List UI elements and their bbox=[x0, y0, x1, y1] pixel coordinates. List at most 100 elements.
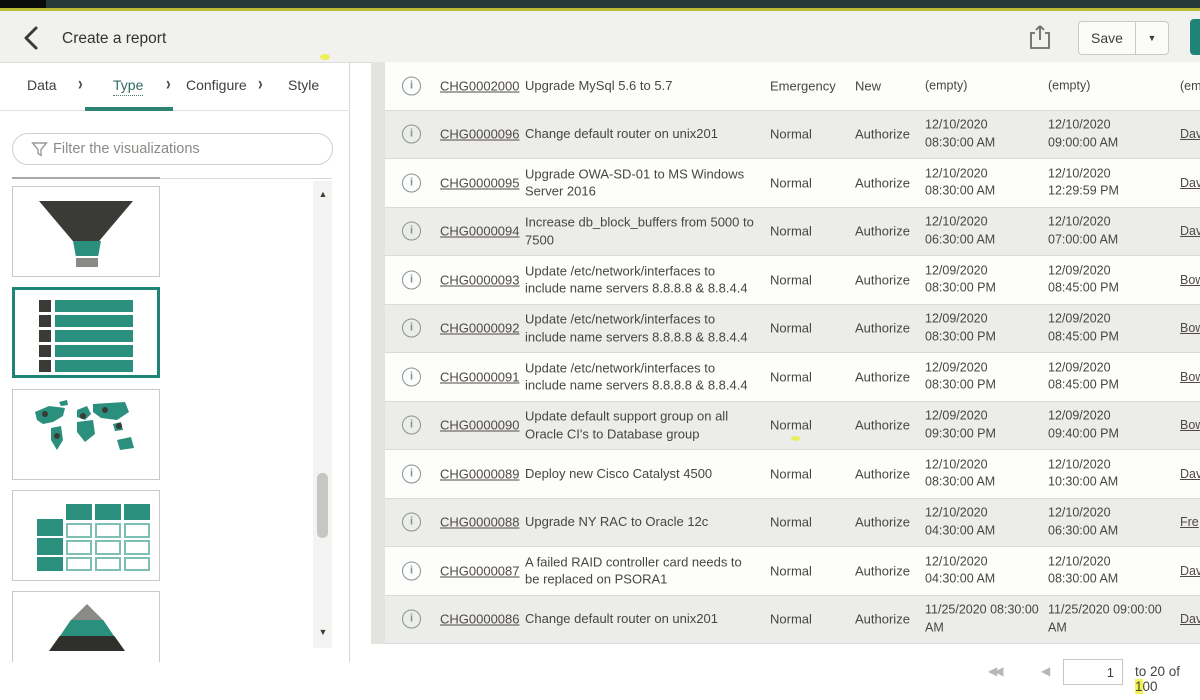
change-number-link[interactable]: CHG0000088 bbox=[440, 515, 522, 530]
viz-thumb-funnel[interactable] bbox=[12, 186, 160, 277]
funnel-chart-icon bbox=[39, 201, 133, 241]
change-number-link[interactable]: CHG0000092 bbox=[440, 321, 522, 336]
assignee-link[interactable]: Fre bbox=[1180, 515, 1200, 529]
table-row: i CHG0000088 Upgrade NY RAC to Oracle 12… bbox=[385, 499, 1200, 548]
save-button[interactable]: Save bbox=[1078, 21, 1136, 55]
info-icon[interactable]: i bbox=[402, 76, 421, 95]
start-date: 12/10/2020 06:30:00 AM bbox=[925, 214, 1039, 249]
table-scrollbar-track[interactable] bbox=[371, 62, 385, 644]
previous-page-icon[interactable]: ◀ bbox=[1041, 664, 1050, 678]
funnel-filter-icon bbox=[31, 141, 48, 163]
state-value: Authorize bbox=[855, 272, 925, 287]
start-date: 12/10/2020 04:30:00 AM bbox=[925, 553, 1039, 588]
info-icon[interactable]: i bbox=[402, 513, 421, 532]
pagination-bar: ◀◀ ◀ to 20 of 100 bbox=[351, 655, 1200, 691]
info-icon[interactable]: i bbox=[402, 125, 421, 144]
change-number-link[interactable]: CHG0000087 bbox=[440, 563, 522, 578]
info-icon[interactable]: i bbox=[402, 367, 421, 386]
top-strip-black-segment bbox=[0, 0, 46, 8]
start-date: (empty) bbox=[925, 77, 1039, 95]
end-date: 12/10/2020 06:30:00 AM bbox=[1048, 505, 1162, 540]
short-description: Update default support group on all Orac… bbox=[525, 408, 758, 443]
viz-scrollbar-track[interactable] bbox=[313, 181, 332, 648]
app-window: Create a report Save ▼ Data › Type › Con… bbox=[0, 0, 1200, 700]
assignee-link[interactable]: (empty) bbox=[1180, 79, 1200, 93]
info-icon[interactable]: i bbox=[402, 416, 421, 435]
highlighted-digit: 1 bbox=[1135, 679, 1143, 694]
share-icon[interactable] bbox=[1028, 23, 1054, 53]
report-designer-panel: Data › Type › Configure › Style Filter t… bbox=[0, 63, 350, 662]
priority-value: Normal bbox=[770, 321, 845, 336]
assignee-link[interactable]: Bow bbox=[1180, 370, 1200, 384]
cursor-highlight-artifact bbox=[320, 54, 330, 60]
scroll-up-icon[interactable]: ▲ bbox=[316, 187, 330, 201]
assignee-link[interactable]: Bow bbox=[1180, 321, 1200, 335]
table-row: i CHG0002000 Upgrade MySql 5.6 to 5.7 Em… bbox=[385, 62, 1200, 111]
priority-value: Normal bbox=[770, 224, 845, 239]
table-row: i CHG0000093 Update /etc/network/interfa… bbox=[385, 256, 1200, 305]
assignee-link[interactable]: Dav bbox=[1180, 127, 1200, 141]
run-button-clipped[interactable] bbox=[1190, 19, 1200, 55]
first-page-icon[interactable]: ◀◀ bbox=[988, 664, 1000, 678]
table-row: i CHG0000089 Deploy new Cisco Catalyst 4… bbox=[385, 450, 1200, 499]
change-number-link[interactable]: CHG0000089 bbox=[440, 466, 522, 481]
end-date: 12/09/2020 09:40:00 PM bbox=[1048, 408, 1162, 443]
change-number-link[interactable]: CHG0000096 bbox=[440, 127, 522, 142]
change-number-link[interactable]: CHG0000091 bbox=[440, 369, 522, 384]
assignee-link[interactable]: Bow bbox=[1180, 273, 1200, 287]
change-number-link[interactable]: CHG0000086 bbox=[440, 612, 522, 627]
priority-value: Normal bbox=[770, 175, 845, 190]
visualization-filter-input[interactable]: Filter the visualizations bbox=[12, 133, 333, 165]
viz-scrollbar-thumb[interactable] bbox=[317, 473, 328, 538]
change-number-link[interactable]: CHG0000093 bbox=[440, 272, 522, 287]
viz-thumb-map[interactable] bbox=[12, 389, 160, 480]
step-configure[interactable]: Configure bbox=[186, 77, 247, 93]
info-icon[interactable]: i bbox=[402, 464, 421, 483]
info-icon[interactable]: i bbox=[402, 270, 421, 289]
end-date: 12/10/2020 10:30:00 AM bbox=[1048, 456, 1162, 491]
start-date: 12/09/2020 08:30:00 PM bbox=[925, 311, 1039, 346]
end-date: 12/10/2020 08:30:00 AM bbox=[1048, 553, 1162, 588]
info-icon[interactable]: i bbox=[402, 319, 421, 338]
info-icon[interactable]: i bbox=[402, 222, 421, 241]
assignee-link[interactable]: Dav bbox=[1180, 564, 1200, 578]
end-date: 12/10/2020 12:29:59 PM bbox=[1048, 165, 1162, 200]
scroll-down-icon[interactable]: ▼ bbox=[316, 625, 330, 639]
change-number-link[interactable]: CHG0000090 bbox=[440, 418, 522, 433]
visualization-list bbox=[0, 181, 350, 662]
info-icon[interactable]: i bbox=[402, 173, 421, 192]
table-row: i CHG0000087 A failed RAID controller ca… bbox=[385, 547, 1200, 596]
state-value: Authorize bbox=[855, 515, 925, 530]
info-icon[interactable]: i bbox=[402, 561, 421, 580]
assignee-link[interactable]: Bow bbox=[1180, 418, 1200, 432]
chevron-right-icon: › bbox=[166, 72, 171, 94]
state-value: Authorize bbox=[855, 175, 925, 190]
table-row: i CHG0000086 Change default router on un… bbox=[385, 596, 1200, 645]
viz-thumb-list-selected[interactable] bbox=[12, 287, 160, 378]
filter-placeholder: Filter the visualizations bbox=[53, 141, 200, 157]
info-icon[interactable]: i bbox=[402, 610, 421, 629]
change-number-link[interactable]: CHG0000095 bbox=[440, 175, 522, 190]
priority-value: Normal bbox=[770, 127, 845, 142]
assignee-link[interactable]: Dav bbox=[1180, 467, 1200, 481]
chevron-right-icon: › bbox=[258, 72, 263, 94]
viz-thumb-table[interactable] bbox=[12, 490, 160, 581]
assignee-link[interactable]: Dav bbox=[1180, 224, 1200, 238]
assignee-link[interactable]: Dav bbox=[1180, 176, 1200, 190]
back-chevron-icon[interactable] bbox=[20, 25, 46, 51]
report-preview: i CHG0002000 Upgrade MySql 5.6 to 5.7 Em… bbox=[351, 63, 1200, 700]
end-date: (empty) bbox=[1048, 77, 1162, 95]
change-number-link[interactable]: CHG0002000 bbox=[440, 78, 522, 93]
save-dropdown-button[interactable]: ▼ bbox=[1135, 21, 1169, 55]
page-number-input[interactable] bbox=[1063, 659, 1123, 685]
start-date: 12/09/2020 09:30:00 PM bbox=[925, 408, 1039, 443]
table-row: i CHG0000095 Upgrade OWA-SD-01 to MS Win… bbox=[385, 159, 1200, 208]
viz-thumb-pyramid[interactable] bbox=[12, 591, 160, 662]
short-description: Update /etc/network/interfaces to includ… bbox=[525, 311, 758, 346]
start-date: 12/10/2020 08:30:00 AM bbox=[925, 165, 1039, 200]
step-type[interactable]: Type bbox=[113, 77, 143, 96]
assignee-link[interactable]: Dav bbox=[1180, 612, 1200, 626]
change-number-link[interactable]: CHG0000094 bbox=[440, 224, 522, 239]
step-style[interactable]: Style bbox=[288, 77, 319, 93]
step-data[interactable]: Data bbox=[27, 77, 57, 93]
